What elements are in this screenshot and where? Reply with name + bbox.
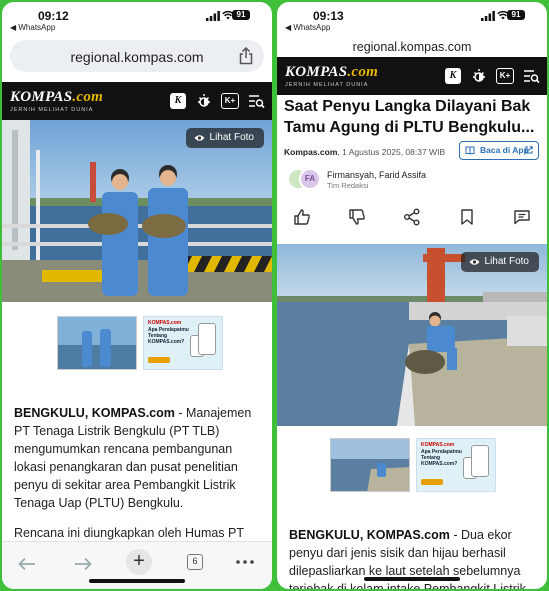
home-indicator: [89, 579, 185, 583]
kompas-tagline: JERNIH MELIHAT DUNIA: [10, 107, 94, 113]
kompas-k-icon[interactable]: K: [443, 66, 463, 86]
article-meta: Kompas.com, 1 Agustus 2025, 08:37 WIB: [284, 147, 446, 157]
address-bar[interactable]: regional.kompas.com: [10, 40, 264, 72]
dislike-icon[interactable]: [346, 206, 368, 228]
status-time: 09:12: [38, 9, 69, 23]
kompas-logo[interactable]: KOMPAS.com: [285, 64, 378, 81]
comment-icon[interactable]: [511, 206, 533, 228]
kompas-logo[interactable]: KOMPAS.com: [10, 89, 103, 106]
back-to-whatsapp[interactable]: ◀ WhatsApp: [285, 23, 330, 32]
back-to-whatsapp[interactable]: ◀ WhatsApp: [10, 23, 55, 32]
ad-survey-card: KOMPAS.com Apa Pendapatmu Tentang KOMPAS…: [416, 438, 496, 492]
share-icon[interactable]: [238, 47, 254, 65]
book-icon: [465, 146, 475, 155]
ad-thumbnail: [330, 438, 410, 492]
signal-icon: [206, 11, 220, 21]
article-body: BENGKULU, KOMPAS.com - Manajemen PT Tena…: [14, 404, 262, 542]
status-bar: 09:13 ◀ WhatsApp 91: [277, 2, 547, 32]
new-tab-button[interactable]: +: [124, 548, 154, 576]
search-menu-icon[interactable]: [521, 66, 541, 86]
lihat-foto-button[interactable]: Lihat Foto: [460, 252, 539, 272]
article-dateline: BENGKULU, KOMPAS.com: [14, 406, 175, 420]
more-options-icon[interactable]: [234, 552, 256, 572]
kompas-tagline: JERNIH MELIHAT DUNIA: [285, 82, 369, 88]
author-team: Tim Redaksi: [327, 181, 369, 190]
status-bar: 09:12 ◀ WhatsApp 91: [2, 2, 272, 32]
bookmark-icon[interactable]: [456, 206, 478, 228]
theme-toggle-icon[interactable]: [469, 66, 489, 86]
battery-icon: 91: [232, 10, 250, 20]
eye-icon: [194, 135, 205, 141]
article-photo[interactable]: Lihat Foto: [277, 244, 547, 426]
right-screenshot: 09:13 ◀ WhatsApp 91 regional.kompas.com …: [277, 2, 547, 589]
lihat-foto-button[interactable]: Lihat Foto: [185, 128, 264, 148]
baca-di-app-button[interactable]: Baca di App: [459, 141, 539, 160]
avatar: FA: [299, 168, 321, 190]
home-indicator: [364, 577, 460, 581]
left-screenshot: 09:12 ◀ WhatsApp 91 regional.kompas.com …: [2, 2, 272, 589]
forward-arrow-icon[interactable]: [72, 554, 94, 574]
article-headline: Saat Penyu Langka Dilayani Bak Tamu Agun…: [284, 98, 535, 136]
ad-thumbnail: [57, 316, 137, 370]
article-paragraph-2: Rencana ini diungkapkan oleh Humas PT: [14, 526, 244, 540]
author-avatars[interactable]: FA: [287, 168, 321, 190]
article-paragraph-1: - Manajemen PT Tenaga Listrik Bengkulu (…: [14, 406, 252, 510]
like-icon[interactable]: [291, 206, 313, 228]
article-actions: [291, 206, 533, 228]
ad-banner[interactable]: KOMPAS.com Apa Pendapatmu Tentang KOMPAS…: [330, 438, 496, 492]
browser-toolbar: + 6: [2, 541, 272, 589]
kompas-k-icon[interactable]: K: [168, 91, 188, 111]
external-link-icon: [525, 146, 533, 154]
kompas-header: KOMPAS.com JERNIH MELIHAT DUNIA K K+: [277, 57, 547, 95]
article-photo[interactable]: Lihat Foto: [2, 120, 272, 302]
ad-survey-card: KOMPAS.com Apa Pendapatmu Tentang KOMPAS…: [143, 316, 223, 370]
share-icon[interactable]: [401, 206, 423, 228]
ad-banner[interactable]: KOMPAS.com Apa Pendapatmu Tentang KOMPAS…: [57, 316, 223, 370]
kompas-plus-icon[interactable]: K+: [220, 91, 240, 111]
tabs-count-button[interactable]: 6: [184, 552, 206, 572]
theme-toggle-icon[interactable]: [194, 91, 214, 111]
back-arrow-icon[interactable]: [16, 554, 38, 574]
status-time: 09:13: [313, 9, 344, 23]
battery-icon: 91: [507, 10, 525, 20]
signal-icon: [481, 11, 495, 21]
search-menu-icon[interactable]: [246, 91, 266, 111]
kompas-plus-icon[interactable]: K+: [495, 66, 515, 86]
eye-icon: [469, 259, 480, 265]
url-text: regional.kompas.com: [70, 49, 204, 65]
article-dateline: BENGKULU, KOMPAS.com: [289, 528, 450, 542]
kompas-header: KOMPAS.com JERNIH MELIHAT DUNIA K K+: [2, 82, 272, 120]
url-text[interactable]: regional.kompas.com: [277, 40, 547, 54]
author-names[interactable]: Firmansyah, Farid Assifa: [327, 170, 426, 180]
